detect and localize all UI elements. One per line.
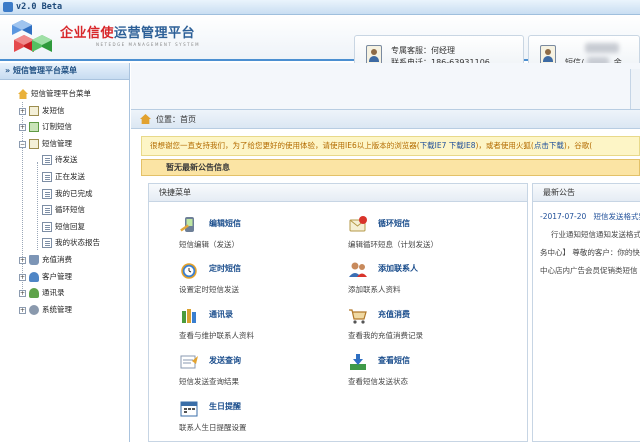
download-firefox-link[interactable]: 点击下载 <box>534 141 564 150</box>
news-line: 中心店内广告会员促销类短信 <box>540 266 638 275</box>
browser-notice: 很想谢您一直支持我们，为了给您更好的使用体验，请使用IE6以上版本的浏览器(下载… <box>141 136 640 156</box>
envelope-icon <box>29 105 39 116</box>
sidebar-item-sms-manage[interactable]: − 短信管理 <box>0 136 129 153</box>
quick-address-book[interactable]: 通讯录 查看与维护联系人资料 <box>179 304 349 344</box>
calendar-icon <box>180 401 198 417</box>
download-ie-links[interactable]: 下载IE7 下载IE8 <box>420 141 476 150</box>
sidebar-header[interactable]: » 短信管理平台菜单 <box>0 63 129 80</box>
expand-icon[interactable]: + <box>19 107 26 115</box>
window-title: v2.0 Beta <box>16 2 63 12</box>
sidebar-item-customers[interactable]: + 客户管理 <box>0 269 129 286</box>
sidebar-item-replies[interactable]: 短信回复 <box>0 219 129 236</box>
customers-icon <box>29 271 39 282</box>
sidebar-item-status-report[interactable]: 我的状态报告 <box>0 235 129 252</box>
announcement-bar: 暂无最新公告信息 <box>141 159 640 176</box>
alarm-clock-icon <box>181 263 197 279</box>
expand-icon[interactable]: + <box>19 124 26 132</box>
quick-add-contact[interactable]: 添加联系人 添加联系人资料 <box>348 258 518 298</box>
quick-view-sms[interactable]: 查看短信 查看短信发送状态 <box>348 350 518 390</box>
sidebar-item-pending[interactable]: 待发送 <box>0 152 129 169</box>
cycle-message-icon <box>349 216 367 232</box>
sidebar-item-recharge[interactable]: + 充值消费 <box>0 252 129 269</box>
download-tray-icon <box>350 354 366 370</box>
brand-subtitle: NETEDGE MANAGEMENT SYSTEM <box>96 42 201 47</box>
window-titlebar: v2.0 Beta <box>0 0 640 15</box>
sidebar-item-sending[interactable]: 正在发送 <box>0 169 129 186</box>
phone-edit-icon <box>180 217 194 232</box>
news-item-link[interactable]: -2017-07-20 短信发送格式要 <box>540 211 640 222</box>
document-icon <box>42 205 52 216</box>
home-icon <box>18 89 28 99</box>
sidebar: » 短信管理平台菜单 短信管理平台菜单 + 发短信 + 订制短信 − 短信管理 … <box>0 63 130 442</box>
document-icon <box>42 238 52 249</box>
brand-title-red: 企业信使 <box>60 26 115 41</box>
document-icon <box>42 221 52 232</box>
sidebar-item-custom-sms[interactable]: + 订制短信 <box>0 119 129 136</box>
document-icon <box>42 155 52 166</box>
cart-icon <box>29 254 39 265</box>
quick-edit-sms[interactable]: 编辑短信 短信编辑（发送） <box>179 213 349 253</box>
document-icon <box>42 171 52 182</box>
sidebar-item-completed[interactable]: 我的已完成 <box>0 186 129 203</box>
quick-menu-panel: 快捷菜单 编辑短信 短信编辑（发送） 循环短信 编辑循环短息（计划发送） 定时短… <box>148 183 528 442</box>
expand-icon[interactable]: + <box>19 290 26 298</box>
quick-cycle-sms[interactable]: 循环短信 编辑循环短息（计划发送） <box>348 213 518 253</box>
quick-birthday-reminder[interactable]: 生日提醒 联系人生日提醒设置 <box>179 396 349 436</box>
document-icon <box>42 188 52 199</box>
breadcrumb-text: 位置：首页 <box>156 115 196 124</box>
app-window-icon <box>3 2 13 12</box>
shopping-cart-icon <box>349 309 367 324</box>
sidebar-root[interactable]: 短信管理平台菜单 <box>0 86 129 103</box>
quick-send-query[interactable]: 发送查询 短信发送查询结果 <box>179 350 349 390</box>
sidebar-item-contacts[interactable]: + 通讯录 <box>0 285 129 302</box>
brand-title: 企业信使运营管理平台 <box>60 22 195 41</box>
quick-timed-sms[interactable]: 定时短信 设置定时短信发送 <box>179 258 349 298</box>
expand-icon[interactable]: + <box>19 306 26 314</box>
latest-news-title: 最新公告 <box>533 184 640 202</box>
sidebar-item-system[interactable]: + 系统管理 <box>0 302 129 319</box>
gear-icon <box>29 304 39 315</box>
news-line: 行业通知短信通知发送格式为 <box>551 230 640 239</box>
latest-news-panel: 最新公告 -2017-07-20 短信发送格式要 行业通知短信通知发送格式为 务… <box>532 183 640 442</box>
logo-cubes-icon <box>12 20 52 52</box>
expand-icon[interactable]: + <box>19 273 26 281</box>
contacts-icon <box>29 288 39 299</box>
id-card-icon <box>540 45 556 65</box>
expand-icon[interactable]: + <box>19 256 26 264</box>
quick-menu-title: 快捷菜单 <box>149 184 527 202</box>
brand-title-blue: 运营管理平台 <box>114 26 196 41</box>
top-strip <box>131 63 640 109</box>
collapse-icon[interactable]: − <box>19 140 26 148</box>
redacted-username <box>585 43 619 53</box>
envelope-icon <box>29 138 39 149</box>
envelope-icon <box>29 122 39 133</box>
main-content: 位置：首页 很想谢您一直支持我们，为了给您更好的使用体验，请使用IE6以上版本的… <box>131 63 640 442</box>
service-manager-label: 专属客服：何经理 <box>391 46 455 55</box>
send-query-icon <box>180 355 198 369</box>
add-contact-icon <box>349 262 367 277</box>
header: 企业信使运营管理平台 NETEDGE MANAGEMENT SYSTEM 专属客… <box>0 15 640 71</box>
id-card-icon <box>366 45 382 65</box>
breadcrumb: 位置：首页 <box>131 109 640 129</box>
home-icon <box>140 114 151 124</box>
quick-recharge[interactable]: 充值消费 查看我的充值消费记录 <box>348 304 518 344</box>
address-book-icon <box>182 309 196 323</box>
sidebar-item-cycle-sms[interactable]: 循环短信 <box>0 202 129 219</box>
news-line: 务中心】 尊敬的客户：你的快递 <box>540 248 640 257</box>
sidebar-tree: 短信管理平台菜单 + 发短信 + 订制短信 − 短信管理 待发送 正在发送 我的… <box>0 80 129 318</box>
sidebar-item-send-sms[interactable]: + 发短信 <box>0 103 129 120</box>
